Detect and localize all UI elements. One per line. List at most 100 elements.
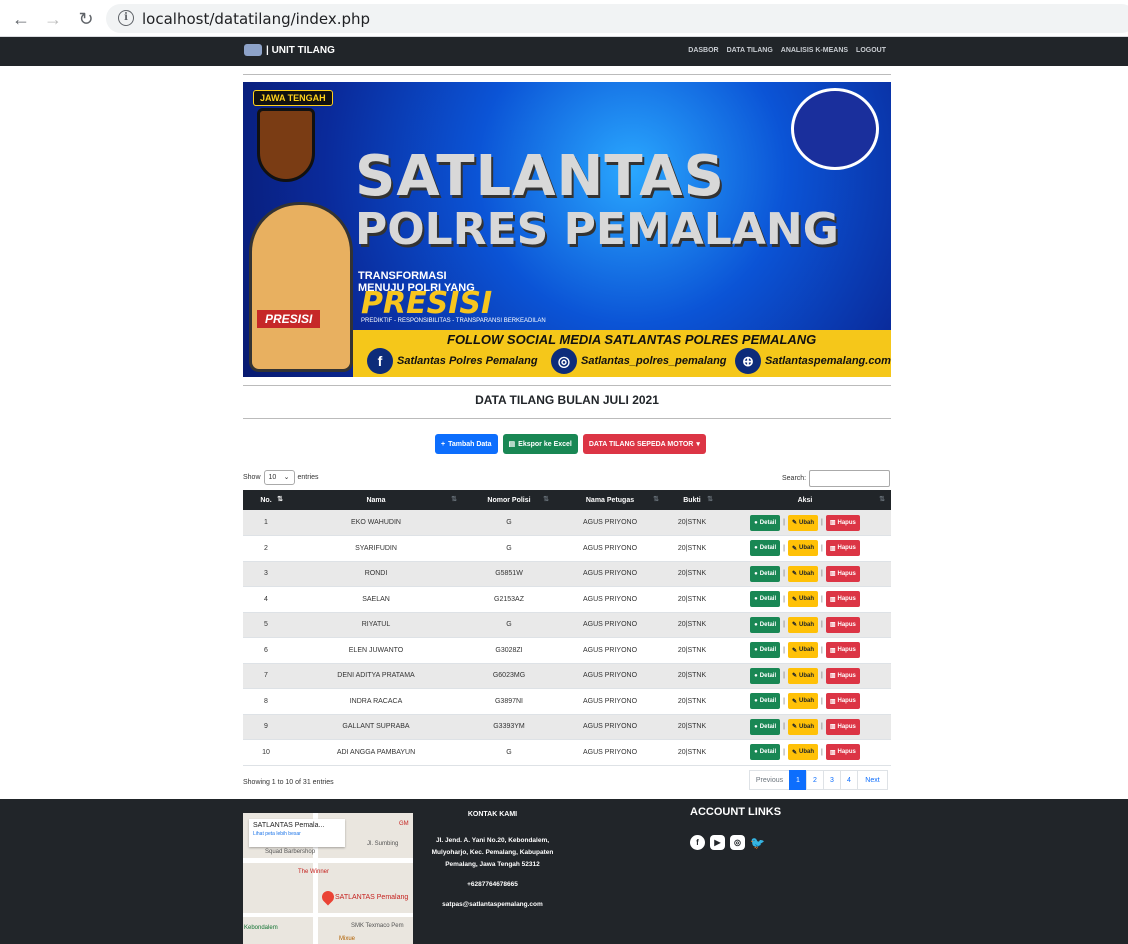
detail-button[interactable]: ● Detail [750, 744, 781, 761]
cell-no: 6 [243, 637, 289, 664]
hapus-button[interactable]: ▥ Hapus [825, 616, 860, 633]
hapus-button[interactable]: ▥ Hapus [825, 744, 860, 761]
map-label: Mixue [339, 936, 356, 942]
table-row: 6 ELEN JUWANTO G3028ZI AGUS PRIYONO 20|STNK ●… [243, 637, 891, 664]
hapus-button[interactable]: ▥ Hapus [825, 565, 860, 582]
hapus-button[interactable]: ▥ Hapus [825, 718, 860, 735]
ubah-button[interactable]: ✎ Ubah [787, 565, 818, 582]
pagination-previous[interactable]: Previous [749, 770, 790, 790]
th-nama[interactable]: Nama ⇅ [289, 490, 463, 510]
trash-icon: ▥ [829, 647, 836, 654]
nav-dasbor[interactable]: DASBOR [688, 47, 718, 54]
cell-nomor-polisi: G6023MG [463, 663, 555, 689]
cell-no: 4 [243, 586, 289, 613]
hapus-button[interactable]: ▥ Hapus [825, 693, 860, 710]
back-arrow-icon[interactable]: ← [10, 8, 32, 30]
file-icon: ▤ [508, 441, 516, 448]
cell-no: 1 [243, 510, 289, 536]
ubah-button[interactable]: ✎ Ubah [787, 642, 818, 659]
map-larger-link[interactable]: Lihat peta lebih besar [253, 831, 341, 837]
nav-logout[interactable]: LOGOUT [856, 47, 886, 54]
twitter-icon[interactable]: 🐦 [750, 835, 765, 850]
detail-button[interactable]: ● Detail [750, 591, 781, 608]
table-row: 7 DENI ADITYA PRATAMA G6023MG AGUS PRIYONO 2… [243, 663, 891, 689]
location-map[interactable]: SATLANTAS Pemala... Lihat peta lebih bes… [243, 813, 413, 944]
th-bukti[interactable]: Bukti ⇅ [665, 490, 719, 510]
pagination-page-3[interactable]: 3 [823, 770, 841, 790]
hapus-button[interactable]: ▥ Hapus [825, 540, 860, 557]
separator: | [820, 519, 823, 526]
sepeda-motor-dropdown[interactable]: DATA TILANG SEPEDA MOTOR ▾ [582, 434, 706, 454]
nav-analisis-kmeans[interactable]: ANALISIS K-MEANS [781, 47, 848, 54]
pagination-page-2[interactable]: 2 [806, 770, 824, 790]
cell-aksi: ● Detail | ✎ Ubah | ▥ Hapus [719, 586, 891, 613]
url-text[interactable]: localhost/datatilang/index.php [142, 10, 370, 28]
detail-button[interactable]: ● Detail [750, 514, 781, 531]
cell-nomor-polisi: G [463, 510, 555, 536]
detail-button[interactable]: ● Detail [750, 693, 781, 710]
detail-button[interactable]: ● Detail [750, 642, 781, 659]
ekspor-excel-button[interactable]: ▤ Ekspor ke Excel [502, 434, 578, 454]
info-icon: ● [754, 596, 758, 603]
table-row: 3 RONDI G5851W AGUS PRIYONO 20|STNK ● Detail | ✎… [243, 561, 891, 587]
facebook-icon[interactable]: f [690, 835, 705, 850]
pagination-page-1[interactable]: 1 [789, 770, 807, 790]
ubah-button[interactable]: ✎ Ubah [787, 514, 818, 531]
info-icon[interactable]: i [118, 10, 134, 26]
ubah-button[interactable]: ✎ Ubah [787, 667, 818, 684]
police-mascot-image [249, 202, 353, 372]
divider [243, 385, 891, 386]
facebook-icon: f [367, 348, 393, 374]
detail-button[interactable]: ● Detail [750, 616, 781, 633]
entries-select[interactable]: 10 ⌄ [263, 470, 295, 485]
tambah-data-button[interactable]: + Tambah Data [435, 434, 498, 454]
brand[interactable]: | UNIT TILANG [244, 44, 335, 56]
trash-icon: ▥ [829, 749, 836, 756]
nav-data-tilang[interactable]: DATA TILANG [727, 47, 773, 54]
th-nama-petugas[interactable]: Nama Petugas ⇅ [555, 490, 665, 510]
info-icon: ● [754, 621, 758, 628]
pagination-page-4[interactable]: 4 [840, 770, 858, 790]
satlantas-emblem-icon [791, 88, 879, 170]
pagination-next[interactable]: Next [857, 770, 888, 790]
info-icon: ● [754, 519, 758, 526]
reload-icon[interactable]: ↻ [75, 8, 97, 30]
cell-bukti: 20|STNK [665, 612, 719, 638]
cell-aksi: ● Detail | ✎ Ubah | ▥ Hapus [719, 739, 891, 766]
cell-nomor-polisi: G2153AZ [463, 586, 555, 613]
divider [243, 418, 891, 419]
ubah-button[interactable]: ✎ Ubah [787, 744, 818, 761]
th-nomor-polisi[interactable]: Nomor Polisi ⇅ [463, 490, 555, 510]
ubah-button[interactable]: ✎ Ubah [787, 540, 818, 557]
cell-nama: RIYATUL [289, 612, 463, 638]
detail-button[interactable]: ● Detail [750, 718, 781, 735]
detail-button[interactable]: ● Detail [750, 540, 781, 557]
detail-button[interactable]: ● Detail [750, 565, 781, 582]
detail-button[interactable]: ● Detail [750, 667, 781, 684]
sort-icon: ⇅ [543, 496, 549, 503]
separator: | [820, 621, 823, 629]
map-label: The Winner [298, 869, 330, 875]
ubah-button[interactable]: ✎ Ubah [787, 718, 818, 735]
separator: | [820, 748, 823, 756]
cell-no: 8 [243, 688, 289, 715]
forward-arrow-icon[interactable]: → [42, 8, 64, 30]
hapus-button[interactable]: ▥ Hapus [825, 514, 860, 531]
ubah-button[interactable]: ✎ Ubah [787, 591, 818, 608]
youtube-icon[interactable]: ▶ [710, 835, 725, 850]
hapus-button[interactable]: ▥ Hapus [825, 591, 860, 608]
ubah-button[interactable]: ✎ Ubah [787, 693, 818, 710]
search-input[interactable] [809, 470, 891, 487]
th-no[interactable]: No. ⇅ [243, 490, 289, 510]
hapus-button[interactable]: ▥ Hapus [825, 642, 860, 659]
th-aksi[interactable]: Aksi ⇅ [719, 490, 891, 510]
contact-section: KONTAK KAMI Jl. Jend. A. Yani No.20, Keb… [420, 809, 565, 911]
cell-aksi: ● Detail | ✎ Ubah | ▥ Hapus [719, 688, 891, 715]
ubah-button[interactable]: ✎ Ubah [787, 616, 818, 633]
instagram-icon[interactable]: ◎ [730, 835, 745, 850]
cell-nomor-polisi: G3897NI [463, 688, 555, 715]
address-bar[interactable]: i localhost/datatilang/index.php [106, 4, 1128, 33]
hapus-button[interactable]: ▥ Hapus [825, 667, 860, 684]
cell-aksi: ● Detail | ✎ Ubah | ▥ Hapus [719, 535, 891, 562]
police-shield-icon [257, 108, 315, 182]
